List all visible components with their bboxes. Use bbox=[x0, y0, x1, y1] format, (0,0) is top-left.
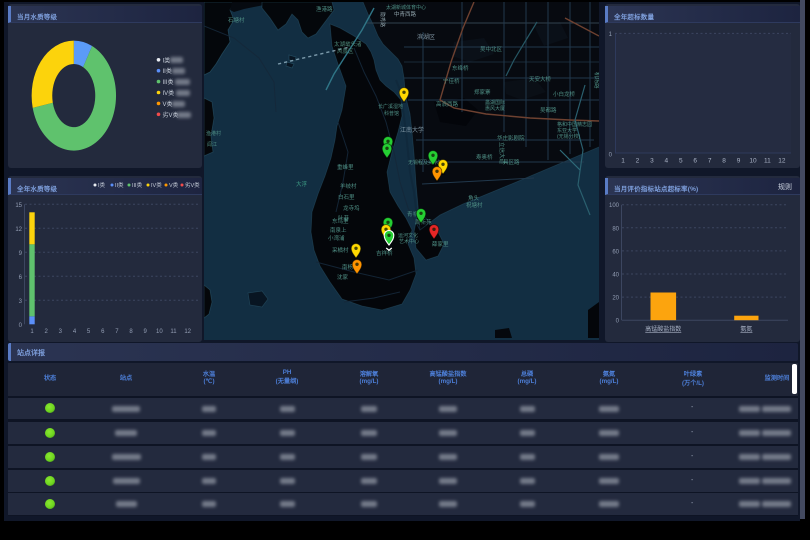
svg-text:12: 12 bbox=[778, 158, 786, 165]
svg-text:重峰里: 重峰里 bbox=[337, 163, 354, 171]
svg-text:太湖新城体育中心: 太湖新城体育中心 bbox=[386, 4, 426, 11]
svg-text:9: 9 bbox=[19, 251, 23, 257]
svg-text:大浮: 大浮 bbox=[296, 180, 308, 188]
svg-text:1: 1 bbox=[609, 32, 613, 38]
svg-text:11: 11 bbox=[170, 329, 177, 335]
svg-text:格和中国精志园: 格和中国精志园 bbox=[557, 121, 592, 128]
svg-text:11: 11 bbox=[764, 158, 771, 165]
svg-text:石塘村: 石塘村 bbox=[228, 16, 245, 24]
svg-text:2: 2 bbox=[636, 158, 640, 165]
svg-text:9: 9 bbox=[144, 329, 148, 335]
svg-text:10: 10 bbox=[749, 158, 757, 165]
svg-text:V类: V类 bbox=[163, 100, 173, 108]
svg-text:0: 0 bbox=[609, 153, 613, 159]
svg-text:4: 4 bbox=[664, 158, 668, 165]
svg-text:惠风大厦: 惠风大厦 bbox=[485, 105, 505, 112]
svg-text:高浪西路: 高浪西路 bbox=[436, 100, 459, 108]
svg-text:9: 9 bbox=[737, 158, 741, 165]
svg-text:0: 0 bbox=[616, 319, 620, 325]
svg-text:6: 6 bbox=[19, 275, 23, 281]
svg-text:12: 12 bbox=[15, 227, 22, 233]
svg-text:高锰酸盐指数: 高锰酸盐指数 bbox=[645, 325, 681, 333]
svg-text:风景区: 风景区 bbox=[337, 48, 354, 55]
svg-text:东亚大学: 东亚大学 bbox=[557, 127, 577, 134]
svg-text:10: 10 bbox=[156, 329, 163, 335]
svg-text:立信大道: 立信大道 bbox=[498, 142, 506, 165]
svg-text:太湖鼋头渚: 太湖鼋头渚 bbox=[334, 40, 362, 48]
svg-text:6: 6 bbox=[101, 329, 105, 335]
svg-text:I类: I类 bbox=[98, 181, 106, 189]
svg-text:小白龙桥: 小白龙桥 bbox=[553, 90, 576, 98]
svg-text:(无锡分校): (无锡分校) bbox=[557, 133, 581, 140]
svg-text:天安大桥: 天安大桥 bbox=[529, 75, 552, 83]
svg-text:叶巷: 叶巷 bbox=[338, 214, 350, 222]
svg-text:采橘村: 采橘村 bbox=[332, 246, 349, 254]
svg-text:40: 40 bbox=[612, 273, 619, 279]
svg-text:闾江: 闾江 bbox=[207, 141, 217, 148]
svg-text:12: 12 bbox=[184, 329, 191, 335]
svg-text:吉祥桥: 吉祥桥 bbox=[376, 249, 393, 257]
svg-text:IV类: IV类 bbox=[163, 89, 175, 97]
svg-text:8: 8 bbox=[722, 158, 726, 165]
svg-text:小湾浦: 小湾浦 bbox=[328, 234, 345, 242]
svg-text:渔港村: 渔港村 bbox=[206, 130, 221, 137]
svg-text:艺术中心: 艺术中心 bbox=[399, 238, 419, 245]
svg-text:蠡湖国际: 蠡湖国际 bbox=[485, 99, 505, 106]
svg-text:角头: 角头 bbox=[468, 194, 480, 202]
svg-text:科普馆: 科普馆 bbox=[384, 110, 399, 117]
svg-text:薛家里: 薛家里 bbox=[432, 240, 449, 248]
svg-text:机场路: 机场路 bbox=[593, 72, 599, 89]
svg-text:IV类: IV类 bbox=[151, 181, 162, 189]
svg-text:III类: III类 bbox=[163, 78, 174, 86]
svg-text:1: 1 bbox=[30, 329, 34, 335]
svg-text:III类: III类 bbox=[132, 181, 143, 189]
svg-text:具区路: 具区路 bbox=[503, 158, 520, 166]
svg-text:1: 1 bbox=[621, 158, 625, 165]
svg-text:8: 8 bbox=[129, 329, 133, 335]
svg-text:白石里: 白石里 bbox=[338, 193, 355, 201]
svg-text:长广溪湿地: 长广溪湿地 bbox=[378, 103, 403, 110]
svg-text:华庄影剧院: 华庄影剧院 bbox=[497, 134, 525, 142]
svg-text:80: 80 bbox=[612, 226, 619, 232]
svg-text:5: 5 bbox=[679, 158, 683, 165]
svg-text:滨湖区: 滨湖区 bbox=[417, 33, 435, 41]
svg-text:20: 20 bbox=[612, 296, 619, 302]
svg-text:15: 15 bbox=[15, 203, 22, 209]
svg-text:7: 7 bbox=[115, 329, 119, 335]
svg-text:郑家寨: 郑家寨 bbox=[474, 88, 491, 96]
svg-text:中青西路: 中青西路 bbox=[394, 10, 417, 18]
svg-text:龙寺坞: 龙寺坞 bbox=[343, 204, 360, 212]
svg-text:0: 0 bbox=[19, 323, 23, 329]
svg-text:南泉上: 南泉上 bbox=[330, 226, 347, 234]
svg-text:无锡程及美术馆: 无锡程及美术馆 bbox=[408, 159, 443, 166]
svg-text:6: 6 bbox=[693, 158, 697, 165]
svg-text:II类: II类 bbox=[163, 67, 172, 75]
svg-text:4: 4 bbox=[73, 329, 77, 335]
svg-text:寿奥桥: 寿奥桥 bbox=[476, 153, 493, 161]
svg-text:60: 60 bbox=[612, 249, 619, 255]
svg-text:江南大学: 江南大学 bbox=[400, 126, 424, 134]
svg-text:3: 3 bbox=[59, 329, 63, 335]
svg-text:运河文化: 运河文化 bbox=[398, 232, 418, 239]
svg-text:3: 3 bbox=[650, 158, 654, 165]
svg-text:祝塘村: 祝塘村 bbox=[466, 201, 483, 209]
svg-text:II类: II类 bbox=[115, 181, 124, 189]
svg-text:宁佳桥: 宁佳桥 bbox=[443, 77, 460, 85]
svg-text:渔港路: 渔港路 bbox=[316, 5, 333, 13]
svg-text:100: 100 bbox=[609, 203, 620, 209]
svg-text:沈家: 沈家 bbox=[337, 273, 349, 281]
svg-text:2: 2 bbox=[45, 329, 49, 335]
svg-text:V类: V类 bbox=[169, 181, 179, 189]
svg-text:7: 7 bbox=[708, 158, 712, 165]
svg-text:东绛桥: 东绛桥 bbox=[452, 64, 469, 72]
svg-text:羊岐村: 羊岐村 bbox=[340, 182, 357, 190]
svg-text:隐秀路: 隐秀路 bbox=[379, 12, 386, 27]
svg-text:吴都路: 吴都路 bbox=[540, 106, 557, 114]
svg-text:3: 3 bbox=[19, 299, 23, 305]
svg-text:5: 5 bbox=[87, 329, 91, 335]
svg-text:劣V类: 劣V类 bbox=[185, 181, 200, 189]
svg-text:吴中北区: 吴中北区 bbox=[480, 45, 503, 53]
svg-text:氨氮: 氨氮 bbox=[740, 325, 752, 333]
